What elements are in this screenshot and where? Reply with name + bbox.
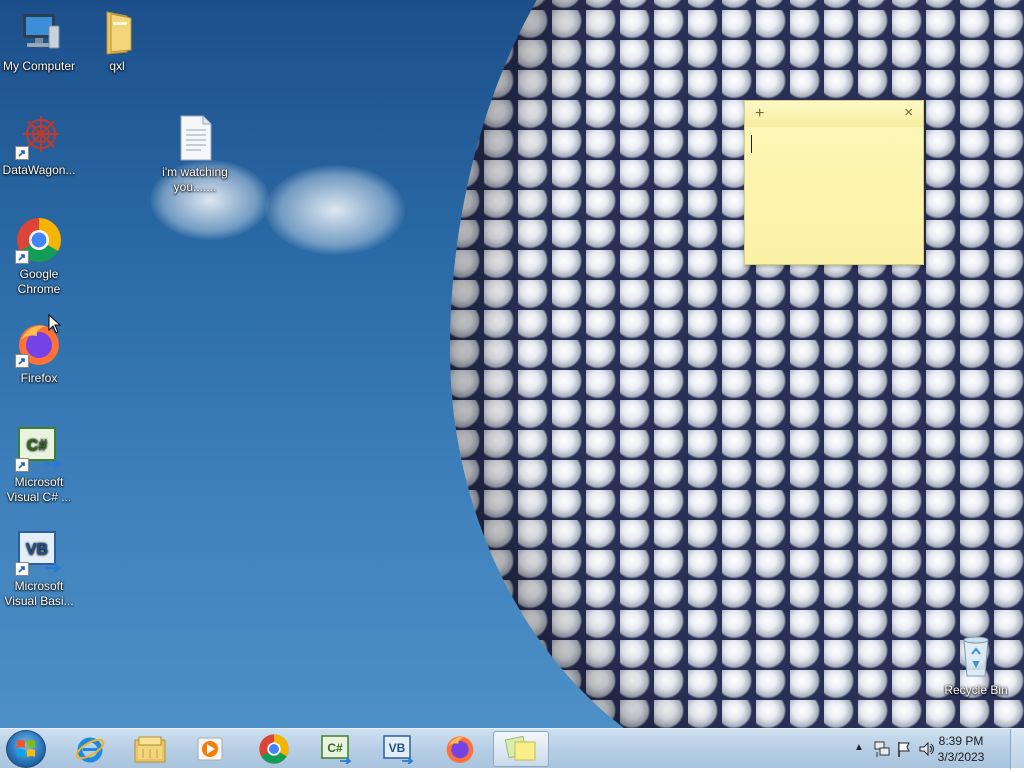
desktop-icon-google-chrome[interactable]: Google Chrome (1, 216, 77, 297)
sticky-note[interactable]: + × (744, 100, 924, 265)
sticky-notes-icon (504, 735, 536, 761)
wallpaper-cloud (265, 165, 405, 255)
visual-basic-icon: VB (15, 528, 63, 576)
add-note-button[interactable]: + (755, 105, 764, 123)
mouse-cursor-icon (48, 314, 62, 334)
sticky-note-text-area[interactable] (745, 127, 923, 264)
desktop-icon-label: Firefox (20, 371, 58, 385)
windows-logo-icon (17, 740, 35, 757)
taskbar-windows-explorer[interactable] (122, 731, 178, 767)
clock-date: 3/3/2023 (937, 750, 985, 764)
firefox-icon (446, 736, 474, 763)
desktop-icon-visual-csharp[interactable]: C# Microsoft Visual C# ... (1, 424, 77, 505)
text-file-icon (171, 114, 219, 162)
desktop-icon-label: Recycle Bin (944, 683, 1008, 697)
show-hidden-icons-icon[interactable]: ▲ (854, 742, 864, 753)
visual-csharp-icon: C# (321, 735, 352, 764)
shortcut-arrow-icon (15, 250, 29, 264)
desktop-icon-label: qxl (109, 59, 125, 73)
desktop-icon-qxl-folder[interactable]: qxl (79, 8, 155, 74)
folder-icon (93, 8, 141, 56)
datawagon-icon (15, 112, 63, 160)
desktop-icon-recycle-bin[interactable]: Recycle Bin (938, 632, 1014, 698)
action-center-flag-icon[interactable] (896, 740, 912, 758)
internet-explorer-icon (75, 737, 105, 763)
shortcut-arrow-icon (15, 354, 29, 368)
svg-text:VB: VB (26, 541, 48, 558)
desktop-icon-label: My Computer (2, 59, 76, 73)
desktop-icon-visual-basic[interactable]: VB Microsoft Visual Basi... (1, 528, 77, 609)
svg-text:C#: C# (27, 437, 48, 454)
desktop-icon-label: Microsoft Visual C# ... (6, 475, 72, 504)
close-note-button[interactable]: × (904, 104, 913, 121)
desktop-icon-datawagon[interactable]: DataWagon... (1, 112, 77, 178)
desktop-icon-label: DataWagon... (2, 163, 76, 177)
taskbar-internet-explorer[interactable] (62, 731, 118, 767)
chrome-icon (15, 216, 63, 264)
computer-icon (15, 8, 63, 56)
svg-text:VB: VB (389, 741, 406, 755)
wallpaper-dome (450, 0, 1024, 728)
show-desktop-button[interactable] (1010, 729, 1024, 769)
recycle-bin-icon (952, 632, 1000, 680)
chrome-icon (259, 734, 289, 764)
shortcut-arrow-icon (15, 562, 29, 576)
file-explorer-icon (134, 736, 166, 763)
taskbar-visual-csharp[interactable]: C# (308, 731, 364, 767)
shortcut-arrow-icon (15, 146, 29, 160)
taskbar-visual-basic[interactable]: VB (370, 731, 426, 767)
desktop[interactable]: My Computer qxl DataWagon... i'm watchin… (0, 0, 1024, 728)
text-caret (751, 135, 752, 153)
taskbar-sticky-notes[interactable] (493, 731, 549, 767)
taskbar-chrome[interactable] (246, 731, 302, 767)
desktop-icon-my-computer[interactable]: My Computer (1, 8, 77, 74)
desktop-icon-label: i'm watching you....... (162, 165, 228, 194)
desktop-icon-text-file[interactable]: i'm watching you....... (157, 114, 233, 195)
taskbar-media-player[interactable] (182, 731, 238, 767)
clock-time: 8:39 PM (938, 734, 984, 748)
svg-text:C#: C# (327, 741, 343, 755)
desktop-icon-firefox[interactable]: Firefox (1, 320, 77, 386)
sticky-note-header[interactable]: + × (745, 101, 923, 127)
shortcut-arrow-icon (15, 458, 29, 472)
visual-basic-icon: VB (383, 735, 414, 764)
network-icon[interactable] (874, 740, 890, 758)
desktop-icon-label: Microsoft Visual Basi... (4, 579, 74, 608)
taskbar: C# VB ▲ 8:39 PM 3/3/2023 (0, 728, 1024, 769)
visual-csharp-icon: C# (15, 424, 63, 472)
clock[interactable]: 8:39 PM 3/3/2023 (926, 733, 996, 765)
media-player-icon (197, 737, 223, 761)
desktop-icon-label: Google Chrome (17, 267, 61, 296)
system-tray: ▲ 8:39 PM 3/3/2023 (834, 729, 1024, 769)
start-button[interactable] (6, 730, 46, 768)
taskbar-firefox[interactable] (432, 731, 488, 767)
